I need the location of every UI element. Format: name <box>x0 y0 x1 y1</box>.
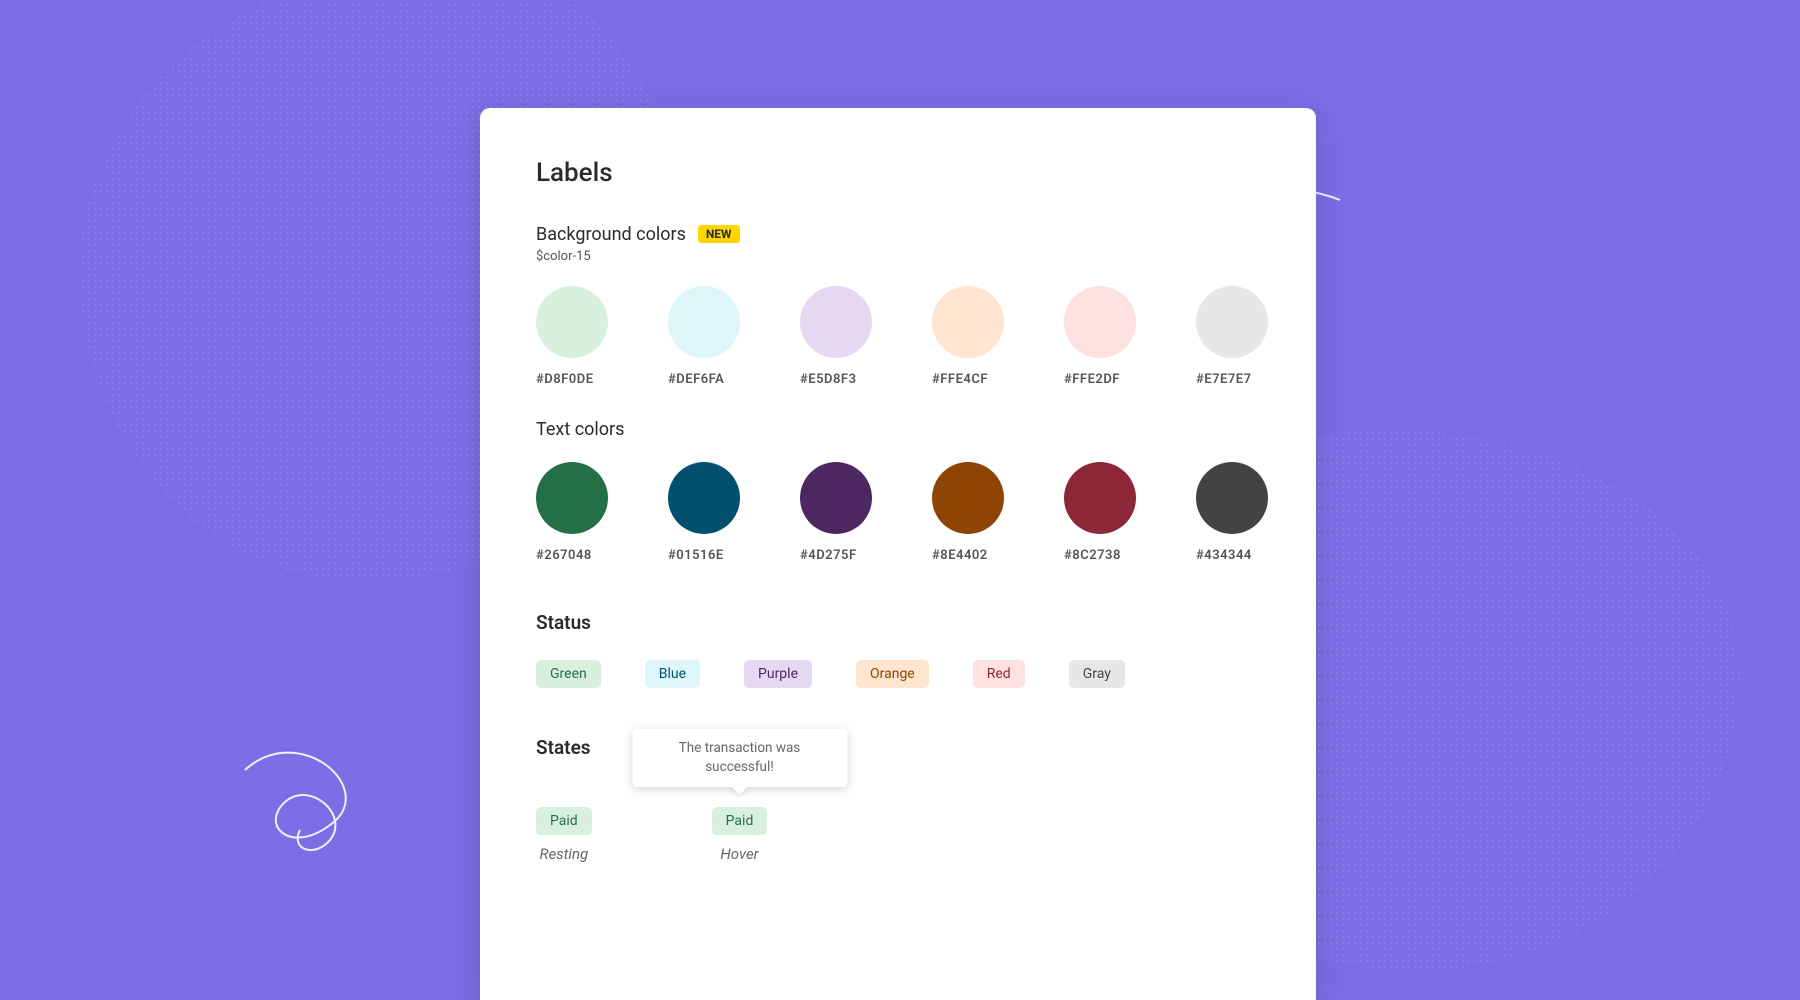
swatch-circle <box>668 462 740 534</box>
state-resting: Paid Resting <box>536 807 592 863</box>
swatch-hex: #8E4402 <box>932 548 988 563</box>
color-swatch: #FFE4CF <box>932 286 1004 387</box>
color-swatch: #8E4402 <box>932 462 1004 563</box>
swatch-circle <box>536 462 608 534</box>
swatch-hex: #FFE4CF <box>932 372 988 387</box>
status-chip-red[interactable]: Red <box>973 660 1025 688</box>
swatch-circle <box>1196 286 1268 358</box>
tooltip: The transaction was successful! <box>632 729 847 787</box>
text-colors-section: Text colors #267048 #01516E #4D275F #8E4402… <box>536 419 1260 563</box>
swatch-hex: #434344 <box>1196 548 1252 563</box>
swatch-hex: #FFE2DF <box>1064 372 1120 387</box>
status-chip-row: Green Blue Purple Orange Red Gray <box>536 660 1260 688</box>
swatch-hex: #267048 <box>536 548 592 563</box>
color-swatch: #FFE2DF <box>1064 286 1136 387</box>
states-section: States Paid Resting The transaction was … <box>536 736 1260 863</box>
status-section: Status Green Blue Purple Orange Red Gray <box>536 611 1260 688</box>
status-chip-blue[interactable]: Blue <box>645 660 700 688</box>
swatch-hex: #E7E7E7 <box>1196 372 1252 387</box>
swatch-hex: #8C2738 <box>1064 548 1121 563</box>
swatch-circle <box>536 286 608 358</box>
swatch-circle <box>800 462 872 534</box>
color-swatch: #E7E7E7 <box>1196 286 1268 387</box>
text-swatch-row: #267048 #01516E #4D275F #8E4402 #8C2738 #4343… <box>536 462 1260 563</box>
swatch-circle <box>668 286 740 358</box>
swatch-circle <box>932 286 1004 358</box>
color-swatch: #D8F0DE <box>536 286 608 387</box>
swatch-hex: #01516E <box>668 548 724 563</box>
swatch-circle <box>800 286 872 358</box>
swatch-hex: #E5D8F3 <box>800 372 857 387</box>
swatch-hex: #4D275F <box>800 548 857 563</box>
bg-swatch-row: #D8F0DE #DEF6FA #E5D8F3 #FFE4CF #FFE2DF #E7E7… <box>536 286 1260 387</box>
color-swatch: #01516E <box>668 462 740 563</box>
status-chip-purple[interactable]: Purple <box>744 660 812 688</box>
chip-paid-resting[interactable]: Paid <box>536 807 592 835</box>
state-hover: The transaction was successful! Paid Hov… <box>712 807 768 863</box>
color-swatch: #4D275F <box>800 462 872 563</box>
color-swatch: #8C2738 <box>1064 462 1136 563</box>
swatch-hex: #DEF6FA <box>668 372 724 387</box>
background-colors-section: Background colors NEW $color-15 #D8F0DE#… <box>536 224 1260 387</box>
swatch-hex: #D8F0DE <box>536 372 594 387</box>
status-chip-gray[interactable]: Gray <box>1069 660 1125 688</box>
chip-paid-hover[interactable]: Paid <box>712 807 768 835</box>
new-badge: NEW <box>698 225 740 243</box>
status-chip-orange[interactable]: Orange <box>856 660 929 688</box>
section-heading-text: Text colors <box>536 419 624 440</box>
section-heading-status: Status <box>536 611 1260 634</box>
status-chip-green[interactable]: Green <box>536 660 601 688</box>
color-swatch: #E5D8F3 <box>800 286 872 387</box>
page-title: Labels <box>536 158 1260 188</box>
color-swatch: #434344 <box>1196 462 1268 563</box>
design-card: Labels Background colors NEW $color-15 #… <box>480 108 1316 1000</box>
color-swatch: #DEF6FA <box>668 286 740 387</box>
swatch-circle <box>1064 462 1136 534</box>
color-token: $color-15 <box>536 249 1260 264</box>
color-swatch: #267048 <box>536 462 608 563</box>
swatch-circle <box>1196 462 1268 534</box>
decorative-squiggle <box>240 730 500 880</box>
state-label-resting: Resting <box>539 845 588 863</box>
state-label-hover: Hover <box>720 845 758 863</box>
section-heading-bg: Background colors <box>536 224 686 245</box>
swatch-circle <box>1064 286 1136 358</box>
swatch-circle <box>932 462 1004 534</box>
